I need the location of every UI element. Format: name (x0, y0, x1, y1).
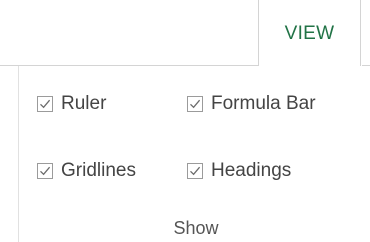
gridlines-checkbox[interactable]: Gridlines (37, 159, 136, 183)
formula-bar-checkbox[interactable]: Formula Bar (187, 92, 316, 116)
ruler-label: Ruler (61, 93, 107, 114)
tab-strip-divider (0, 65, 258, 66)
tab-view-label: VIEW (284, 23, 335, 44)
headings-label: Headings (211, 160, 292, 181)
ruler-checkbox[interactable]: Ruler (37, 92, 106, 116)
checkbox-checked-icon (187, 163, 203, 179)
formula-bar-label: Formula Bar (211, 93, 316, 114)
tab-strip-divider-right (362, 65, 370, 66)
gridlines-label: Gridlines (61, 160, 136, 181)
group-separator (18, 66, 19, 242)
checkbox-checked-icon (187, 96, 203, 112)
headings-checkbox[interactable]: Headings (187, 159, 291, 183)
tab-view[interactable]: VIEW (258, 0, 361, 66)
ribbon-tab-bar: VIEW (0, 0, 370, 66)
checkbox-checked-icon (37, 163, 53, 179)
checkbox-checked-icon (37, 96, 53, 112)
show-group-label: Show (173, 218, 219, 238)
